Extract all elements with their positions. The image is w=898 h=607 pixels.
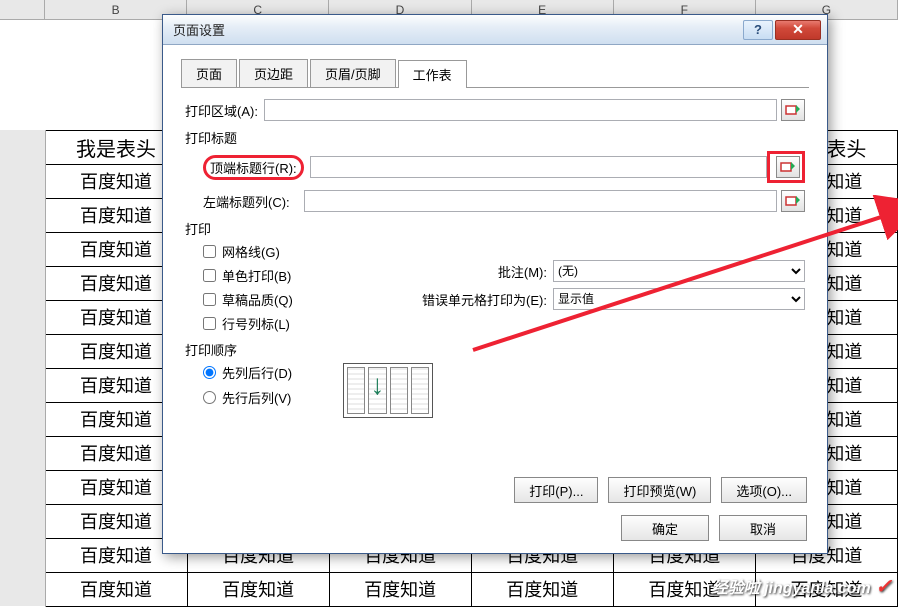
dialog-titlebar: 页面设置	[163, 15, 827, 45]
rowcol-checkbox[interactable]	[203, 317, 216, 330]
tab-page[interactable]: 页面	[181, 59, 237, 87]
rowcol-radio[interactable]	[203, 391, 216, 404]
colrow-radio[interactable]	[203, 366, 216, 379]
comment-label: 批注(M):	[383, 262, 553, 281]
rowcol-check-row[interactable]: 行号列标(L)	[203, 314, 383, 333]
draft-checkbox[interactable]	[203, 293, 216, 306]
cell[interactable]	[0, 300, 45, 334]
print-order-illustration: ↓	[343, 363, 433, 418]
cell[interactable]	[0, 130, 45, 164]
dialog-tabs: 页面 页边距 页眉/页脚 工作表	[181, 59, 809, 88]
gridlines-checkbox[interactable]	[203, 245, 216, 258]
page-setup-dialog: 页面设置 页面 页边距 页眉/页脚 工作表 打印区域(A): 打印标题	[162, 14, 828, 554]
tab-content-worksheet: 打印区域(A): 打印标题 顶端标题行(R):	[181, 88, 809, 418]
cell[interactable]	[0, 164, 45, 198]
left-cols-ref-button[interactable]	[781, 190, 805, 212]
cell[interactable]	[0, 198, 45, 232]
ok-button[interactable]: 确定	[621, 515, 709, 541]
tab-margins[interactable]: 页边距	[239, 59, 308, 87]
cell[interactable]	[0, 538, 45, 572]
top-rows-input[interactable]	[310, 156, 767, 178]
gridlines-check-row[interactable]: 网格线(G)	[203, 242, 383, 261]
print-area-ref-button[interactable]	[781, 99, 805, 121]
print-button[interactable]: 打印(P)...	[514, 477, 598, 503]
tab-headerfooter[interactable]: 页眉/页脚	[310, 59, 396, 87]
draft-check-row[interactable]: 草稿品质(Q)	[203, 290, 383, 309]
cell[interactable]	[0, 266, 45, 300]
dialog-title: 页面设置	[173, 20, 741, 39]
print-button-row: 打印(P)... 打印预览(W) 选项(O)...	[514, 477, 807, 503]
print-area-label: 打印区域(A):	[185, 101, 258, 120]
close-button[interactable]	[775, 20, 821, 40]
cell[interactable]	[0, 504, 45, 538]
help-button[interactable]	[743, 20, 773, 40]
rowcol-radio-row[interactable]: 先行后列(V)	[203, 388, 343, 407]
colrow-radio-row[interactable]: 先列后行(D)	[203, 363, 343, 382]
tab-worksheet[interactable]: 工作表	[398, 60, 467, 88]
cell[interactable]	[0, 334, 45, 368]
error-select[interactable]: 显示值	[553, 288, 805, 310]
cell[interactable]	[0, 232, 45, 266]
top-rows-label: 顶端标题行(R):	[203, 155, 304, 180]
preview-button[interactable]: 打印预览(W)	[608, 477, 711, 503]
cell[interactable]	[0, 470, 45, 504]
top-rows-ref-button[interactable]	[776, 156, 800, 178]
mono-checkbox[interactable]	[203, 269, 216, 282]
options-button[interactable]: 选项(O)...	[721, 477, 807, 503]
print-area-input[interactable]	[264, 99, 777, 121]
cell[interactable]	[0, 436, 45, 470]
cell[interactable]	[0, 402, 45, 436]
print-titles-section-label: 打印标题	[185, 128, 805, 147]
left-cols-label: 左端标题列(C):	[203, 192, 290, 211]
error-label: 错误单元格打印为(E):	[383, 290, 553, 309]
cell[interactable]	[0, 368, 45, 402]
watermark: 经验啦 jingyanla.com ✓	[712, 574, 892, 599]
print-order-label: 打印顺序	[185, 340, 805, 359]
comment-select[interactable]: (无)	[553, 260, 805, 282]
ok-cancel-row: 确定 取消	[621, 515, 807, 541]
print-section-label: 打印	[185, 219, 805, 238]
cancel-button[interactable]: 取消	[719, 515, 807, 541]
left-cols-input[interactable]	[304, 190, 777, 212]
mono-check-row[interactable]: 单色打印(B)	[203, 266, 383, 285]
